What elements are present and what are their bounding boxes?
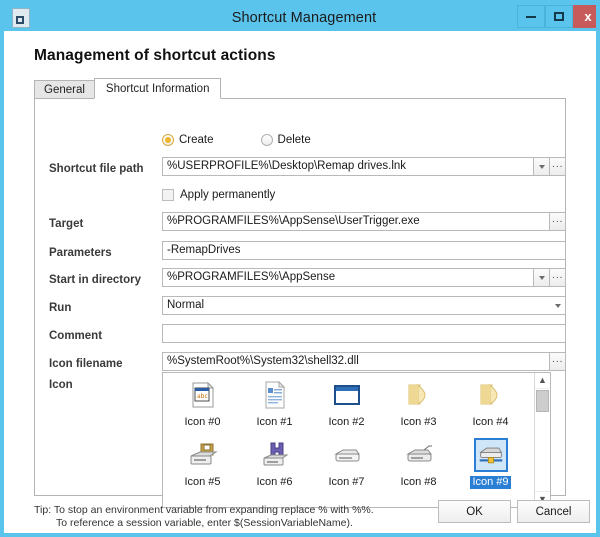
icon-list[interactable]: abc Icon #0 xyxy=(162,372,551,508)
label-parameters: Parameters xyxy=(49,247,112,259)
icon-grid: abc Icon #0 xyxy=(169,377,531,497)
text-document-icon xyxy=(258,378,292,412)
network-drive-icon xyxy=(402,438,436,472)
icon-item-0[interactable]: abc Icon #0 xyxy=(169,377,236,437)
icon-item-2[interactable]: Icon #2 xyxy=(313,377,380,437)
hard-drive-h-icon xyxy=(258,438,292,472)
radio-selected-icon xyxy=(162,134,174,146)
icon-item-4[interactable]: Icon #4 xyxy=(457,377,524,437)
shortcut-file-path-browse-button[interactable]: ··· xyxy=(549,157,566,176)
shortcut-management-window: Shortcut Management x Management of shor… xyxy=(0,0,600,537)
icon-item-label: Icon #7 xyxy=(326,476,366,489)
icon-item-label: Icon #6 xyxy=(254,476,294,489)
minimize-icon xyxy=(526,16,536,18)
run-dropdown-button[interactable] xyxy=(549,296,566,315)
tab-strip: General Shortcut Information xyxy=(34,78,221,99)
cancel-button[interactable]: Cancel xyxy=(517,500,590,523)
run-select[interactable]: Normal xyxy=(162,296,566,315)
icon-item-7[interactable]: Icon #7 xyxy=(313,437,380,497)
tip-text: Tip: To stop an environment variable fro… xyxy=(34,504,374,530)
icon-item-label: Icon #9 xyxy=(470,476,510,489)
start-in-directory-dropdown-button[interactable] xyxy=(533,268,550,287)
ok-button[interactable]: OK xyxy=(438,500,511,523)
radio-create[interactable]: Create xyxy=(162,134,214,146)
dialog-content: Management of shortcut actions General S… xyxy=(4,31,596,533)
ellipsis-icon: ··· xyxy=(552,359,564,365)
icon-item-8[interactable]: Icon #8 xyxy=(385,437,452,497)
start-in-directory-browse-button[interactable]: ··· xyxy=(549,268,566,287)
tab-shortcut-information[interactable]: Shortcut Information xyxy=(94,78,222,99)
label-comment: Comment xyxy=(49,330,102,342)
icon-list-scrollbar[interactable]: ▲ ▼ xyxy=(534,373,550,507)
target-input[interactable]: %PROGRAMFILES%\AppSense\UserTrigger.exe xyxy=(162,212,550,231)
radio-delete[interactable]: Delete xyxy=(261,134,311,146)
chevron-up-icon: ▲ xyxy=(538,376,547,385)
label-run: Run xyxy=(49,302,71,314)
icon-item-3[interactable]: Icon #3 xyxy=(385,377,452,437)
tab-general[interactable]: General xyxy=(34,80,95,99)
apply-permanently-checkbox[interactable]: Apply permanently xyxy=(162,189,275,201)
icon-filename-input[interactable]: %SystemRoot%\System32\shell32.dll xyxy=(162,352,550,371)
maximize-button[interactable] xyxy=(545,5,573,28)
tip-line-2: To reference a session variable, enter $… xyxy=(34,517,374,530)
shortcut-file-path-dropdown-button[interactable] xyxy=(533,157,550,176)
icon-item-1[interactable]: Icon #1 xyxy=(241,377,308,437)
shortcut-app-icon xyxy=(12,8,30,28)
page-title: Management of shortcut actions xyxy=(34,47,276,65)
icon-filename-browse-button[interactable]: ··· xyxy=(549,352,566,371)
label-icon: Icon xyxy=(49,379,73,391)
radio-unselected-icon xyxy=(261,134,273,146)
radio-create-label: Create xyxy=(179,134,214,146)
icon-item-6[interactable]: Icon #6 xyxy=(241,437,308,497)
window-title: Shortcut Management xyxy=(4,10,600,26)
ellipsis-icon: ··· xyxy=(552,164,564,170)
target-browse-button[interactable]: ··· xyxy=(549,212,566,231)
apply-permanently-label: Apply permanently xyxy=(180,189,275,201)
ellipsis-icon: ··· xyxy=(552,275,564,281)
svg-text:abc: abc xyxy=(197,393,208,400)
window-icon xyxy=(330,378,364,412)
icon-item-label: Icon #4 xyxy=(470,416,510,429)
tip-line-1: Tip: To stop an environment variable fro… xyxy=(34,504,374,516)
scrollbar-thumb[interactable] xyxy=(536,390,549,412)
close-button[interactable]: x xyxy=(573,5,600,28)
folder-open-icon xyxy=(474,378,508,412)
minimize-button[interactable] xyxy=(517,5,545,28)
maximize-icon xyxy=(554,12,564,21)
title-bar: Shortcut Management x xyxy=(4,4,600,31)
label-target: Target xyxy=(49,218,83,230)
icon-item-9[interactable]: Icon #9 xyxy=(457,437,524,497)
icon-item-label: Icon #8 xyxy=(398,476,438,489)
shortcut-file-path-input[interactable]: %USERPROFILE%\Desktop\Remap drives.lnk xyxy=(162,157,534,176)
icon-item-label: Icon #0 xyxy=(182,416,222,429)
icon-item-label: Icon #2 xyxy=(326,416,366,429)
label-icon-filename: Icon filename xyxy=(49,358,123,370)
icon-item-label: Icon #1 xyxy=(254,416,294,429)
start-in-directory-input[interactable]: %PROGRAMFILES%\AppSense xyxy=(162,268,534,287)
icon-item-label: Icon #3 xyxy=(398,416,438,429)
disk-drive-icon xyxy=(330,438,364,472)
label-start-in-directory: Start in directory xyxy=(49,274,141,286)
ellipsis-icon: ··· xyxy=(552,219,564,225)
icon-item-5[interactable]: Icon #5 xyxy=(169,437,236,497)
chevron-down-icon xyxy=(539,276,545,280)
chevron-down-icon xyxy=(555,304,561,308)
action-radio-group: Create Delete xyxy=(162,134,311,146)
chevron-down-icon xyxy=(539,165,545,169)
floppy-drive-icon xyxy=(186,438,220,472)
mapped-drive-icon xyxy=(474,438,508,472)
scroll-up-button[interactable]: ▲ xyxy=(535,373,550,389)
folder-icon xyxy=(402,378,436,412)
web-document-icon: abc xyxy=(186,378,220,412)
radio-delete-label: Delete xyxy=(278,134,311,146)
icon-item-label: Icon #5 xyxy=(182,476,222,489)
parameters-input[interactable]: -RemapDrives xyxy=(162,241,566,260)
label-shortcut-file-path: Shortcut file path xyxy=(49,163,144,175)
comment-input[interactable] xyxy=(162,324,566,343)
checkbox-unchecked-icon xyxy=(162,189,174,201)
